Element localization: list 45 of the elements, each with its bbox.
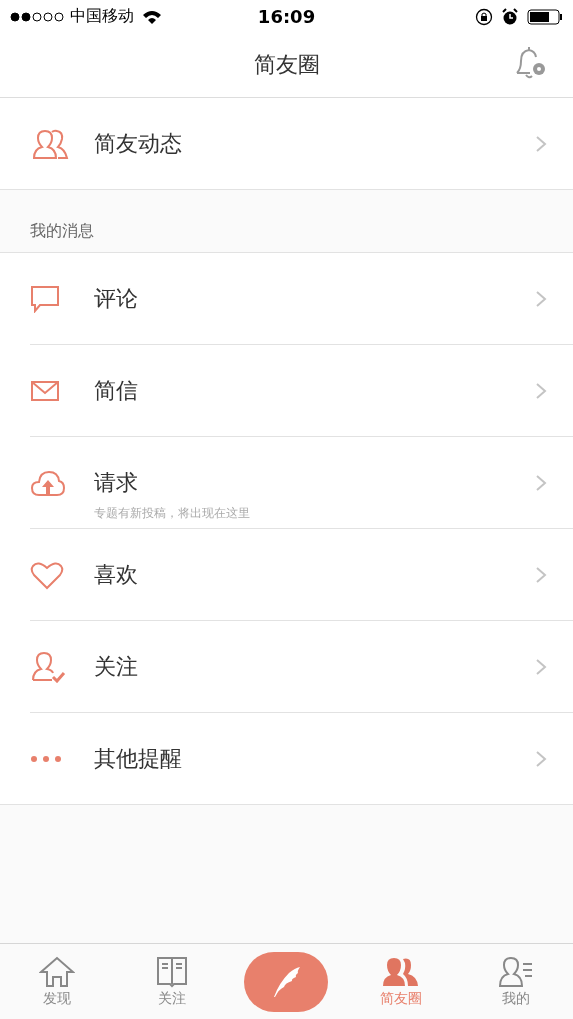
row-subtitle: 专题有新投稿，将出现在这里 xyxy=(94,505,250,522)
feather-icon xyxy=(271,964,302,999)
house-icon xyxy=(39,955,76,988)
rotation-lock-icon xyxy=(475,7,493,26)
envelope-icon xyxy=(30,379,60,402)
row-label: 其他提醒 xyxy=(94,744,182,773)
heart-icon xyxy=(30,559,64,590)
friends-feed-row[interactable]: 简友动态 xyxy=(0,98,573,189)
chevron-icon xyxy=(535,565,547,584)
row-label: 请求 xyxy=(94,468,138,497)
message-row[interactable]: 简信 xyxy=(0,345,573,436)
message-row[interactable]: 关注 xyxy=(0,621,573,712)
cloud-upload-icon xyxy=(30,468,66,497)
more-icon xyxy=(30,754,62,763)
clock-time: 16:09 xyxy=(257,6,316,27)
alarm-icon xyxy=(501,7,519,26)
message-row[interactable]: 其他提醒 xyxy=(0,713,573,804)
row-label: 简友动态 xyxy=(94,129,182,158)
message-row[interactable]: 喜欢 xyxy=(0,529,573,620)
chevron-icon xyxy=(535,749,547,768)
chevron-icon xyxy=(535,473,547,492)
wifi-icon xyxy=(142,9,162,24)
chevron-icon xyxy=(535,657,547,676)
message-row[interactable]: 请求 专题有新投稿，将出现在这里 xyxy=(0,437,573,528)
person-check-icon xyxy=(30,650,66,683)
row-label: 喜欢 xyxy=(94,560,138,589)
book-icon xyxy=(155,955,188,988)
battery-icon xyxy=(527,8,563,25)
carrier-name: 中国移动 xyxy=(70,6,134,27)
tab-item[interactable]: 发现 xyxy=(0,944,115,1019)
speech-bubble-icon xyxy=(30,284,60,313)
message-row[interactable]: 评论 xyxy=(0,253,573,344)
page-title: 简友圈 xyxy=(253,51,320,79)
section-title: 我的消息 xyxy=(30,221,94,242)
tab-item[interactable]: 我的 xyxy=(458,944,573,1019)
row-label: 简信 xyxy=(94,376,138,405)
signal-icon xyxy=(10,11,66,22)
chevron-icon xyxy=(535,289,547,308)
row-label: 评论 xyxy=(94,284,138,313)
chevron-icon xyxy=(535,381,547,400)
tab-item[interactable]: 关注 xyxy=(114,944,230,1019)
row-label: 关注 xyxy=(94,652,138,681)
people-icon xyxy=(30,127,70,160)
chevron-icon xyxy=(535,134,547,153)
profile-icon xyxy=(497,955,534,988)
